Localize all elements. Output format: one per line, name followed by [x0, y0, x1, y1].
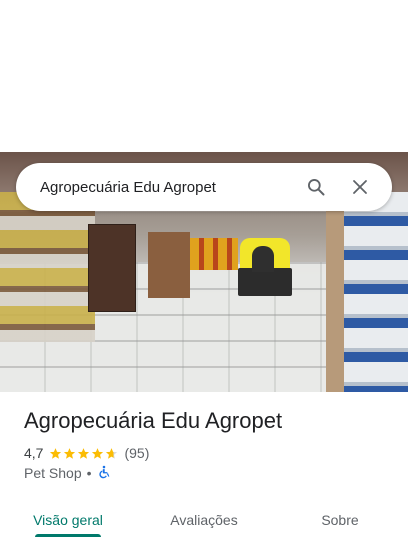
search-icon[interactable] — [298, 169, 334, 205]
close-icon[interactable] — [342, 169, 378, 205]
photo-shelf — [0, 192, 95, 342]
category-row: Pet Shop • — [24, 464, 111, 482]
star-icon — [78, 447, 90, 459]
photo-boxes — [190, 238, 238, 270]
search-bar[interactable]: Agropecuária Edu Agropet — [16, 163, 392, 211]
tab-overview[interactable]: Visão geral — [0, 495, 136, 544]
photo-rack — [148, 232, 190, 298]
tab-bar: Visão geral Avaliações Sobre — [0, 495, 408, 544]
tab-label: Avaliações — [170, 511, 238, 528]
star-icon — [64, 447, 76, 459]
photo-cabinet — [88, 224, 136, 312]
rating-row[interactable]: 4,7 (95) — [24, 444, 149, 462]
rating-value: 4,7 — [24, 445, 44, 461]
tab-label: Sobre — [321, 511, 359, 528]
separator-dot: • — [86, 465, 92, 481]
star-icon — [50, 447, 62, 459]
photo-kennel — [236, 238, 294, 296]
star-icon — [106, 447, 118, 459]
wheelchair-icon[interactable] — [97, 465, 111, 482]
tab-label: Visão geral — [33, 511, 103, 528]
star-icon — [92, 447, 104, 459]
place-category[interactable]: Pet Shop — [24, 465, 82, 481]
place-title: Agropecuária Edu Agropet — [24, 408, 283, 433]
rating-stars — [49, 447, 119, 460]
photo-pole — [326, 192, 344, 392]
tab-about[interactable]: Sobre — [272, 495, 408, 544]
tab-reviews[interactable]: Avaliações — [136, 495, 272, 544]
search-input[interactable]: Agropecuária Edu Agropet — [40, 179, 290, 196]
review-count[interactable]: (95) — [124, 445, 149, 461]
